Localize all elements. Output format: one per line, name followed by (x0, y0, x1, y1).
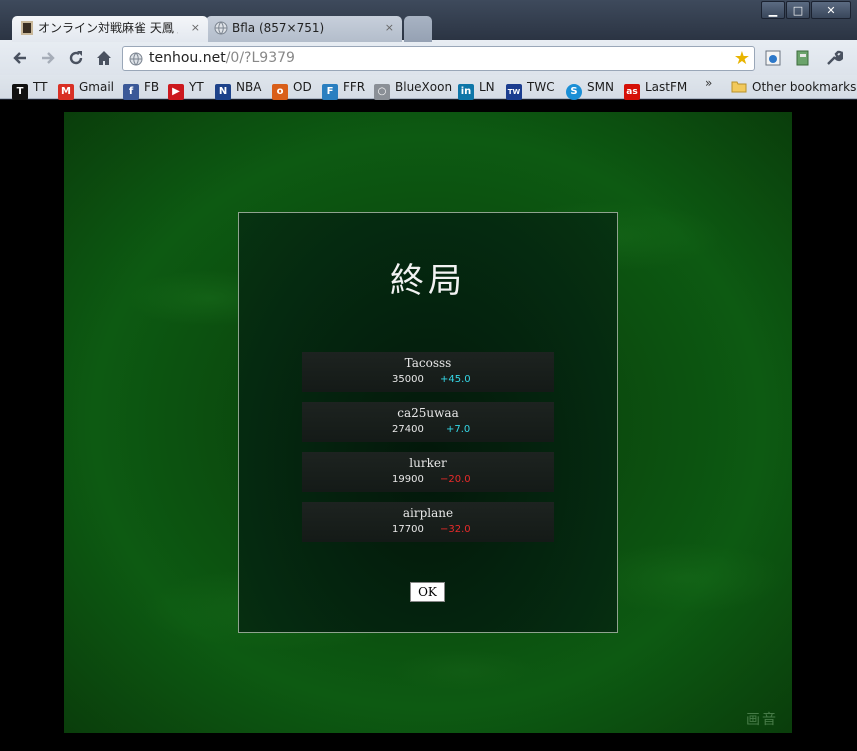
player-name: airplane (402, 506, 454, 520)
bookmark-label: FB (144, 80, 160, 94)
bookmark-label: TWC (527, 80, 555, 94)
linkedin-icon: in (458, 84, 474, 100)
bookmark-smn[interactable]: S SMN (566, 77, 614, 100)
bookmark-label: Other bookmarks (752, 80, 857, 94)
close-window-button[interactable]: ✕ (811, 1, 851, 19)
game-table: 終局 Tacosss 35000 +45.0 ca25uwaa 27400 +7… (64, 112, 792, 733)
player-delta: +7.0 (446, 424, 471, 435)
player-name: lurker (409, 456, 447, 470)
address-bar[interactable]: tenhou.net/0/?L9379 ★ (122, 46, 755, 71)
bookmark-label: FFR (343, 80, 366, 94)
more-bookmarks-chevron-icon[interactable]: » (705, 76, 712, 90)
url-path: /0/?L9379 (225, 50, 295, 66)
bookmarks-bar: T TT M Gmail f FB ▶ YT N NBA o OD F FFR ○ BlueXo… (0, 75, 857, 100)
url-text: tenhou.net/0/?L9379 (149, 50, 295, 66)
browser-toolbar: tenhou.net/0/?L9379 ★ (0, 40, 857, 75)
bookmark-label: TT (33, 80, 48, 94)
game-end-dialog: 終局 Tacosss 35000 +45.0 ca25uwaa 27400 +7… (238, 212, 618, 633)
tab-tenhou[interactable]: オンライン対戦麻雀 天鳳 / × (12, 16, 208, 42)
od-icon: o (272, 84, 288, 100)
lastfm-icon: as (624, 84, 640, 100)
dialog-title: 終局 (390, 261, 466, 301)
bookmark-label: NBA (236, 80, 262, 94)
tenhou-favicon-icon (21, 21, 33, 35)
player-delta: −20.0 (440, 474, 471, 485)
bookmark-yt[interactable]: ▶ YT (168, 77, 204, 100)
tab-bfla[interactable]: Bfla (857×751) × (206, 16, 402, 42)
bookmark-ln[interactable]: in LN (458, 77, 495, 100)
bookmark-tt[interactable]: T TT (12, 77, 48, 100)
tab-close-icon[interactable]: × (385, 16, 394, 40)
player-name: Tacosss (404, 356, 452, 370)
watermark-logo: 画音 (746, 712, 778, 728)
twc-icon: TW (506, 84, 522, 100)
player-row: ca25uwaa 27400 +7.0 (302, 402, 554, 442)
extension-icon[interactable] (794, 49, 812, 67)
ffr-icon: F (322, 84, 338, 100)
ok-button[interactable]: OK (410, 582, 445, 602)
bookmark-label: BlueXoon (395, 80, 453, 94)
player-delta: +45.0 (440, 374, 471, 385)
bookmark-star-icon[interactable]: ★ (734, 48, 750, 69)
globe-icon: ○ (374, 84, 390, 100)
folder-icon (731, 81, 747, 93)
bookmark-twc[interactable]: TW TWC (506, 77, 555, 100)
bookmark-gmail[interactable]: M Gmail (58, 77, 115, 100)
player-row: lurker 19900 −20.0 (302, 452, 554, 492)
smn-icon: S (566, 84, 582, 100)
bookmark-ffr[interactable]: F FFR (322, 77, 366, 100)
url-host: tenhou.net (149, 50, 226, 66)
tab-title: Bfla (857×751) (232, 21, 325, 35)
tab-title: オンライン対戦麻雀 天鳳 / (38, 21, 178, 35)
youtube-icon: ▶ (168, 84, 184, 100)
bookmark-label: Gmail (79, 80, 115, 94)
player-score: 27400 (392, 424, 424, 435)
gmail-icon: M (58, 84, 74, 100)
bookmark-fb[interactable]: f FB (123, 77, 160, 100)
bookmark-od[interactable]: o OD (272, 77, 312, 100)
nba-icon: N (215, 84, 231, 100)
player-row: Tacosss 35000 +45.0 (302, 352, 554, 392)
forward-arrow-icon[interactable] (38, 48, 58, 68)
bookmark-label: LN (479, 80, 495, 94)
player-score: 19900 (392, 474, 424, 485)
new-tab-button[interactable] (404, 16, 432, 42)
globe-icon (214, 21, 228, 35)
maximize-button[interactable]: □ (786, 1, 810, 19)
page-menu-icon[interactable] (764, 49, 782, 67)
facebook-icon: f (123, 84, 139, 100)
back-arrow-icon[interactable] (10, 48, 30, 68)
wrench-icon[interactable] (825, 49, 843, 67)
home-icon[interactable] (94, 48, 114, 68)
player-row: airplane 17700 −32.0 (302, 502, 554, 542)
bookmark-label: OD (293, 80, 312, 94)
player-score: 17700 (392, 524, 424, 535)
bookmark-label: YT (189, 80, 204, 94)
reload-icon[interactable] (66, 48, 86, 68)
minimize-button[interactable]: ▁ (761, 1, 785, 19)
tt-icon: T (12, 84, 28, 100)
bookmark-lastfm[interactable]: as LastFM (624, 77, 688, 100)
bookmark-nba[interactable]: N NBA (215, 77, 262, 100)
page-viewport: 終局 Tacosss 35000 +45.0 ca25uwaa 27400 +7… (0, 100, 857, 751)
bookmark-label: SMN (587, 80, 614, 94)
bookmark-label: LastFM (645, 80, 688, 94)
other-bookmarks[interactable]: Other bookmarks (731, 77, 856, 97)
player-delta: −32.0 (440, 524, 471, 535)
player-score: 35000 (392, 374, 424, 385)
player-name: ca25uwaa (397, 406, 459, 420)
title-bar: オンライン対戦麻雀 天鳳 / × Bfla (857×751) × ▁ □ ✕ (0, 0, 857, 42)
globe-icon (129, 52, 143, 66)
bookmark-bluexoon[interactable]: ○ BlueXoon (374, 77, 453, 100)
tab-close-icon[interactable]: × (191, 16, 200, 40)
